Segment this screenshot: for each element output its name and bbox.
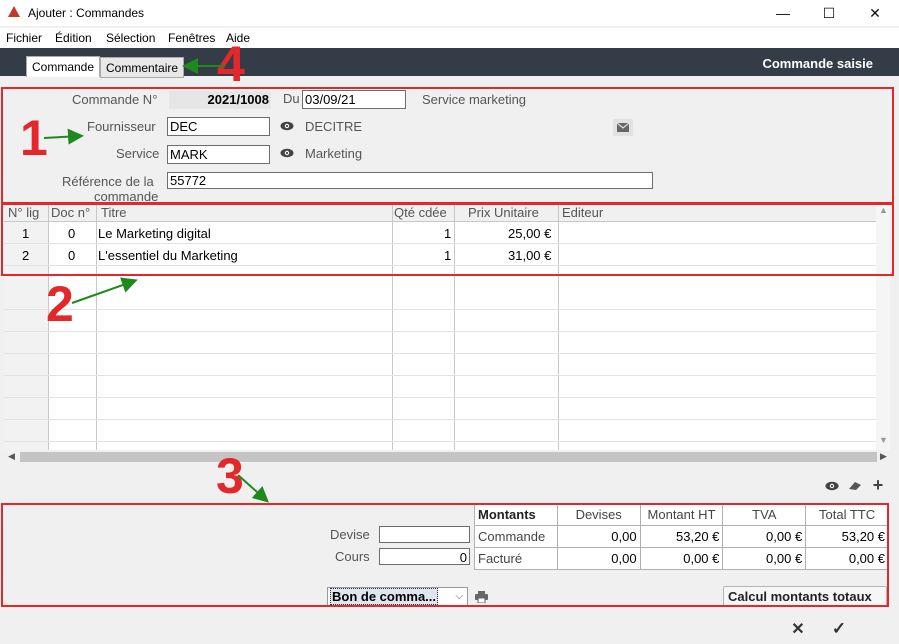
arrow-3 <box>237 474 269 503</box>
arrow-2 <box>71 277 138 304</box>
annotation-arrows <box>43 58 269 503</box>
arrow-1 <box>43 128 84 145</box>
